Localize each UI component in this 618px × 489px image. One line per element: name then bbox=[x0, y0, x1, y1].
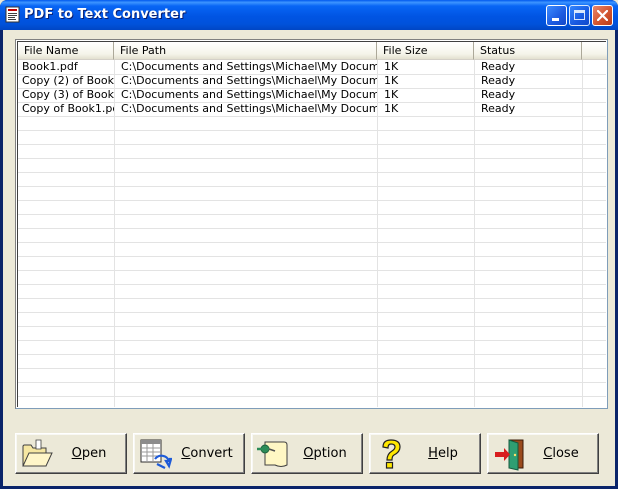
list-header: File Name File Path File Size Status bbox=[18, 42, 607, 60]
help-question-icon bbox=[382, 439, 401, 469]
convert-icon bbox=[140, 439, 172, 469]
cell-status: Ready bbox=[481, 88, 516, 101]
help-button-label: Help bbox=[428, 446, 458, 461]
cell-file-path: C:\Documents and Settings\Michael\My Doc… bbox=[121, 88, 377, 101]
grid-line bbox=[18, 144, 606, 145]
grid-line bbox=[18, 382, 606, 383]
convert-button-label: Convert bbox=[181, 446, 233, 461]
cell-file-name: Book1.pdf bbox=[22, 60, 78, 73]
cell-file-name: Copy of Book1.pdf bbox=[22, 102, 114, 115]
option-button-label: Option bbox=[303, 446, 347, 461]
grid-line bbox=[18, 186, 606, 187]
grid-line bbox=[18, 312, 606, 313]
grid-line bbox=[18, 200, 606, 201]
grid-line bbox=[18, 130, 606, 131]
table-row[interactable]: Copy of Book1.pdf C:\Documents and Setti… bbox=[18, 102, 606, 116]
close-button[interactable]: Close bbox=[487, 433, 599, 474]
grid-line bbox=[18, 354, 606, 355]
help-button[interactable]: Help bbox=[369, 433, 481, 474]
cell-file-path: C:\Documents and Settings\Michael\My Doc… bbox=[121, 60, 377, 73]
convert-button[interactable]: Convert bbox=[133, 433, 245, 474]
grid-line bbox=[18, 116, 606, 117]
grid-line bbox=[18, 172, 606, 173]
cell-file-path: C:\Documents and Settings\Michael\My Doc… bbox=[121, 102, 377, 115]
table-row[interactable]: Book1.pdf C:\Documents and Settings\Mich… bbox=[18, 60, 606, 74]
exit-door-icon bbox=[495, 439, 524, 471]
window-title: PDF to Text Converter bbox=[24, 7, 186, 22]
close-x-icon bbox=[597, 10, 608, 21]
list-rows: Book1.pdf C:\Documents and Settings\Mich… bbox=[18, 60, 606, 116]
cell-status: Ready bbox=[481, 60, 516, 73]
options-icon bbox=[257, 441, 288, 467]
open-button[interactable]: Open bbox=[15, 433, 127, 474]
cell-file-size: 1K bbox=[384, 102, 399, 115]
grid-line bbox=[18, 326, 606, 327]
cell-status: Ready bbox=[481, 102, 516, 115]
option-button[interactable]: Option bbox=[251, 433, 363, 474]
grid-line bbox=[18, 396, 606, 397]
app-window: PDF to Text Converter File Name File Pat… bbox=[0, 0, 618, 489]
cell-file-size: 1K bbox=[384, 60, 399, 73]
maximize-button[interactable] bbox=[569, 5, 590, 26]
column-header-status[interactable]: Status bbox=[474, 42, 582, 60]
grid-line bbox=[18, 284, 606, 285]
column-header-filler bbox=[582, 42, 607, 60]
cell-status: Ready bbox=[481, 74, 516, 87]
grid-line bbox=[18, 158, 606, 159]
close-button-label: Close bbox=[543, 446, 579, 461]
grid-line bbox=[18, 242, 606, 243]
cell-file-size: 1K bbox=[384, 88, 399, 101]
cell-file-size: 1K bbox=[384, 74, 399, 87]
grid-line bbox=[18, 270, 606, 271]
title-bar[interactable]: PDF to Text Converter bbox=[0, 0, 618, 30]
open-button-label: Open bbox=[71, 446, 107, 461]
table-row[interactable]: Copy (2) of Book... C:\Documents and Set… bbox=[18, 74, 606, 88]
cell-file-path: C:\Documents and Settings\Michael\My Doc… bbox=[121, 74, 377, 87]
column-header-file-size[interactable]: File Size bbox=[377, 42, 474, 60]
grid-line bbox=[18, 256, 606, 257]
app-icon bbox=[5, 6, 20, 23]
grid-line bbox=[18, 228, 606, 229]
cell-file-name: Copy (3) of Book... bbox=[22, 88, 114, 101]
grid-line bbox=[18, 298, 606, 299]
minimize-button[interactable] bbox=[546, 5, 567, 26]
client-area: File Name File Path File Size Status Boo… bbox=[3, 30, 615, 486]
grid-line bbox=[18, 340, 606, 341]
column-header-file-name[interactable]: File Name bbox=[18, 42, 114, 60]
grid-line bbox=[18, 214, 606, 215]
close-window-button[interactable] bbox=[592, 5, 613, 26]
cell-file-name: Copy (2) of Book... bbox=[22, 74, 114, 87]
grid-line bbox=[18, 368, 606, 369]
column-header-file-path[interactable]: File Path bbox=[114, 42, 377, 60]
file-list[interactable]: File Name File Path File Size Status Boo… bbox=[15, 39, 608, 409]
folder-open-icon bbox=[22, 439, 53, 467]
table-row[interactable]: Copy (3) of Book... C:\Documents and Set… bbox=[18, 88, 606, 102]
